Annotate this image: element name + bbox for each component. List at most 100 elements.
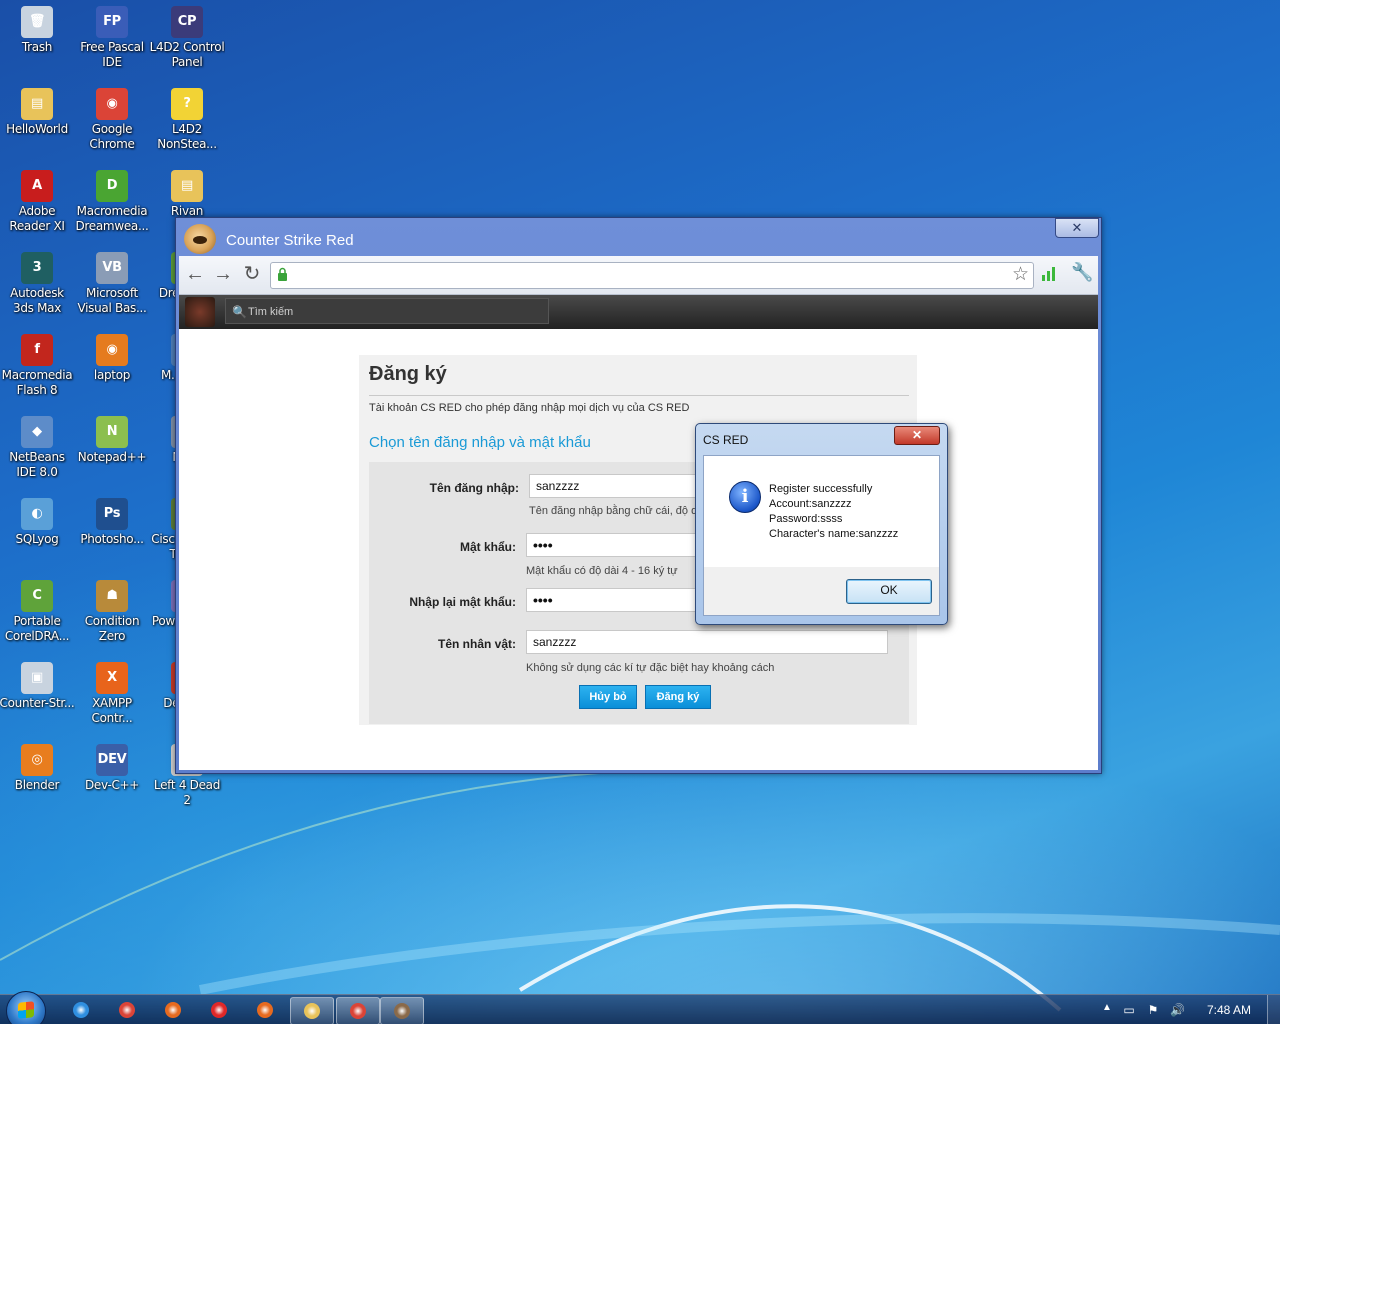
register-button[interactable]: Đăng ký bbox=[645, 685, 711, 709]
desktop-app-glyph: ◉ bbox=[106, 96, 118, 111]
desktop-app-glyph: ▣ bbox=[31, 670, 43, 685]
desktop-icon[interactable]: f Macromedia Flash 8 bbox=[0, 334, 75, 398]
desktop-icon[interactable]: 🗑 Trash bbox=[0, 6, 75, 55]
address-bar[interactable]: ☆ bbox=[270, 262, 1034, 289]
desktop-app-glyph: X bbox=[107, 670, 117, 685]
desktop-app-glyph: ▤ bbox=[181, 178, 193, 193]
volume-icon[interactable]: 🔊 bbox=[1170, 1003, 1185, 1017]
desktop-icon[interactable]: N Notepad++ bbox=[74, 416, 150, 465]
system-tray: ▲ ▭ ⚑ 🔊 7:48 AM bbox=[1100, 995, 1280, 1024]
window-close-button[interactable]: ✕ bbox=[1055, 218, 1099, 238]
desktop-app-icon: ▤ bbox=[171, 170, 203, 202]
cancel-button[interactable]: Hủy bỏ bbox=[579, 685, 637, 709]
desktop-app-icon: f bbox=[21, 334, 53, 366]
desktop-app-glyph: C bbox=[32, 588, 42, 603]
desktop-icon[interactable]: DEV Dev-C++ bbox=[74, 744, 150, 793]
clock[interactable]: 7:48 AM bbox=[1207, 1003, 1251, 1017]
dialog-body: i Register successfully Account:sanzzzz … bbox=[703, 455, 940, 569]
network-icon[interactable]: ▭ bbox=[1122, 1003, 1136, 1017]
site-logo[interactable] bbox=[185, 297, 215, 327]
window-titlebar[interactable]: Counter Strike Red ✕ bbox=[176, 218, 1101, 256]
desktop-icon-label: Left 4 Dead 2 bbox=[153, 778, 221, 807]
desktop-app-icon: ◉ bbox=[96, 88, 128, 120]
desktop-icon[interactable]: ☗ Condition Zero bbox=[74, 580, 150, 644]
wrench-menu-icon[interactable]: 🔧 bbox=[1071, 262, 1093, 283]
desktop-app-icon: Ps bbox=[96, 498, 128, 530]
desktop-icon[interactable]: 3 Autodesk 3ds Max 2009 3... bbox=[0, 252, 75, 316]
desktop-app-icon: A bbox=[21, 170, 53, 202]
desktop-app-icon: CP bbox=[171, 6, 203, 38]
taskbar-button-cs-red-active[interactable] bbox=[380, 997, 424, 1024]
desktop-icon[interactable]: ▤ HelloWorld bbox=[0, 88, 75, 137]
desktop-app-glyph: ▤ bbox=[31, 96, 43, 111]
dialog-footer: OK bbox=[703, 567, 940, 616]
site-search-input[interactable]: 🔍 Tìm kiếm bbox=[225, 298, 549, 324]
desktop-icon[interactable]: ◆ NetBeans IDE 8.0 bbox=[0, 416, 75, 480]
show-desktop-button[interactable] bbox=[1267, 995, 1280, 1024]
desktop: 🗑 Trash FP Free Pascal IDE CP L4D2 Control Pa… bbox=[0, 0, 1280, 1024]
desktop-icon[interactable]: FP Free Pascal IDE bbox=[74, 6, 150, 70]
desktop-icon[interactable]: ◐ SQLyog bbox=[0, 498, 75, 547]
signal-bars-icon[interactable] bbox=[1041, 266, 1057, 282]
desktop-app-icon: ◐ bbox=[21, 498, 53, 530]
desktop-icon[interactable]: X XAMPP Contr... bbox=[74, 662, 150, 726]
desktop-app-glyph: f bbox=[34, 342, 40, 357]
dialog-close-button[interactable]: ✕ bbox=[894, 426, 940, 445]
desktop-icon[interactable]: ▣ Counter-Str... bbox=[0, 662, 75, 711]
taskbar-button-app-red[interactable] bbox=[198, 997, 240, 1023]
back-icon[interactable]: ← bbox=[183, 262, 207, 286]
desktop-icon[interactable]: ▤ Rivan bbox=[149, 170, 225, 219]
username-label: Tên đăng nhập: bbox=[429, 481, 519, 495]
desktop-icon[interactable]: ◉ laptop bbox=[74, 334, 150, 383]
page-content: Đăng ký Tài khoản CS RED cho phép đăng n… bbox=[179, 329, 1098, 770]
show-hidden-icons-icon[interactable]: ▲ bbox=[1102, 1002, 1112, 1013]
message-line: Account:sanzzzz bbox=[769, 498, 852, 510]
lock-icon bbox=[278, 267, 287, 281]
desktop-app-icon: C bbox=[21, 580, 53, 612]
desktop-icon-label: NetBeans IDE 8.0 bbox=[9, 450, 65, 479]
desktop-app-glyph: Ps bbox=[103, 506, 121, 521]
message-dialog: CS RED ✕ i Register successfully Account… bbox=[695, 423, 948, 625]
bookmark-star-icon[interactable]: ☆ bbox=[1012, 263, 1029, 286]
desktop-icon[interactable]: ◉ Google Chrome bbox=[74, 88, 150, 152]
desktop-app-glyph: 3 bbox=[32, 260, 42, 275]
intro-text: Tài khoản CS RED cho phép đăng nhập mọi … bbox=[369, 402, 690, 414]
desktop-icon[interactable]: C Portable CorelDRA... bbox=[0, 580, 75, 644]
start-button[interactable] bbox=[6, 991, 46, 1024]
taskbar-button-firefox-2[interactable] bbox=[244, 997, 286, 1023]
desktop-icon[interactable]: A Adobe Reader XI bbox=[0, 170, 75, 234]
firefox-2-icon bbox=[257, 1002, 273, 1018]
taskbar-button-file-explorer[interactable] bbox=[290, 997, 334, 1024]
desktop-icon-label: L4D2 NonStea... bbox=[157, 122, 217, 151]
taskbar-button-chrome-active[interactable] bbox=[336, 997, 380, 1024]
character-name-input[interactable]: sanzzzz bbox=[526, 630, 888, 654]
desktop-icon[interactable]: CP L4D2 Control Panel bbox=[149, 6, 225, 70]
desktop-app-glyph: FP bbox=[103, 14, 121, 29]
desktop-icon[interactable]: VB Microsoft Visual Bas... bbox=[74, 252, 150, 316]
taskbar-button-google-chrome[interactable] bbox=[106, 997, 148, 1023]
desktop-app-glyph: ☗ bbox=[106, 588, 118, 603]
ok-button[interactable]: OK bbox=[846, 579, 932, 604]
forward-icon[interactable]: → bbox=[211, 262, 235, 286]
character-name-hint: Không sử dụng các kí tự đặc biệt hay kho… bbox=[526, 662, 775, 674]
reload-icon[interactable]: ↻ bbox=[240, 262, 264, 286]
desktop-icon[interactable]: D Macromedia Dreamwea... bbox=[74, 170, 150, 234]
desktop-icon[interactable]: ? L4D2 NonStea... bbox=[149, 88, 225, 152]
desktop-app-icon: N bbox=[96, 416, 128, 448]
taskbar-button-internet-explorer[interactable] bbox=[60, 997, 102, 1023]
desktop-app-icon: FP bbox=[96, 6, 128, 38]
desktop-icon-label: HelloWorld bbox=[6, 122, 68, 136]
action-center-flag-icon[interactable]: ⚑ bbox=[1146, 1003, 1160, 1017]
taskbar: ▲ ▭ ⚑ 🔊 7:48 AM bbox=[0, 991, 1280, 1024]
taskbar-button-firefox[interactable] bbox=[152, 997, 194, 1023]
desktop-app-glyph: ◆ bbox=[32, 424, 42, 439]
section-title: Chọn tên đăng nhập và mật khẩu bbox=[369, 434, 591, 451]
desktop-app-glyph: CP bbox=[177, 14, 197, 29]
desktop-app-glyph: ◐ bbox=[31, 506, 43, 521]
internet-explorer-icon bbox=[73, 1002, 89, 1018]
desktop-icon[interactable]: ◎ Blender bbox=[0, 744, 75, 793]
desktop-icon-label: Condition Zero bbox=[84, 614, 140, 643]
search-placeholder: Tìm kiếm bbox=[248, 306, 294, 318]
message-line: Character's name:sanzzzz bbox=[769, 528, 899, 540]
desktop-icon[interactable]: Ps Photosho... bbox=[74, 498, 150, 547]
